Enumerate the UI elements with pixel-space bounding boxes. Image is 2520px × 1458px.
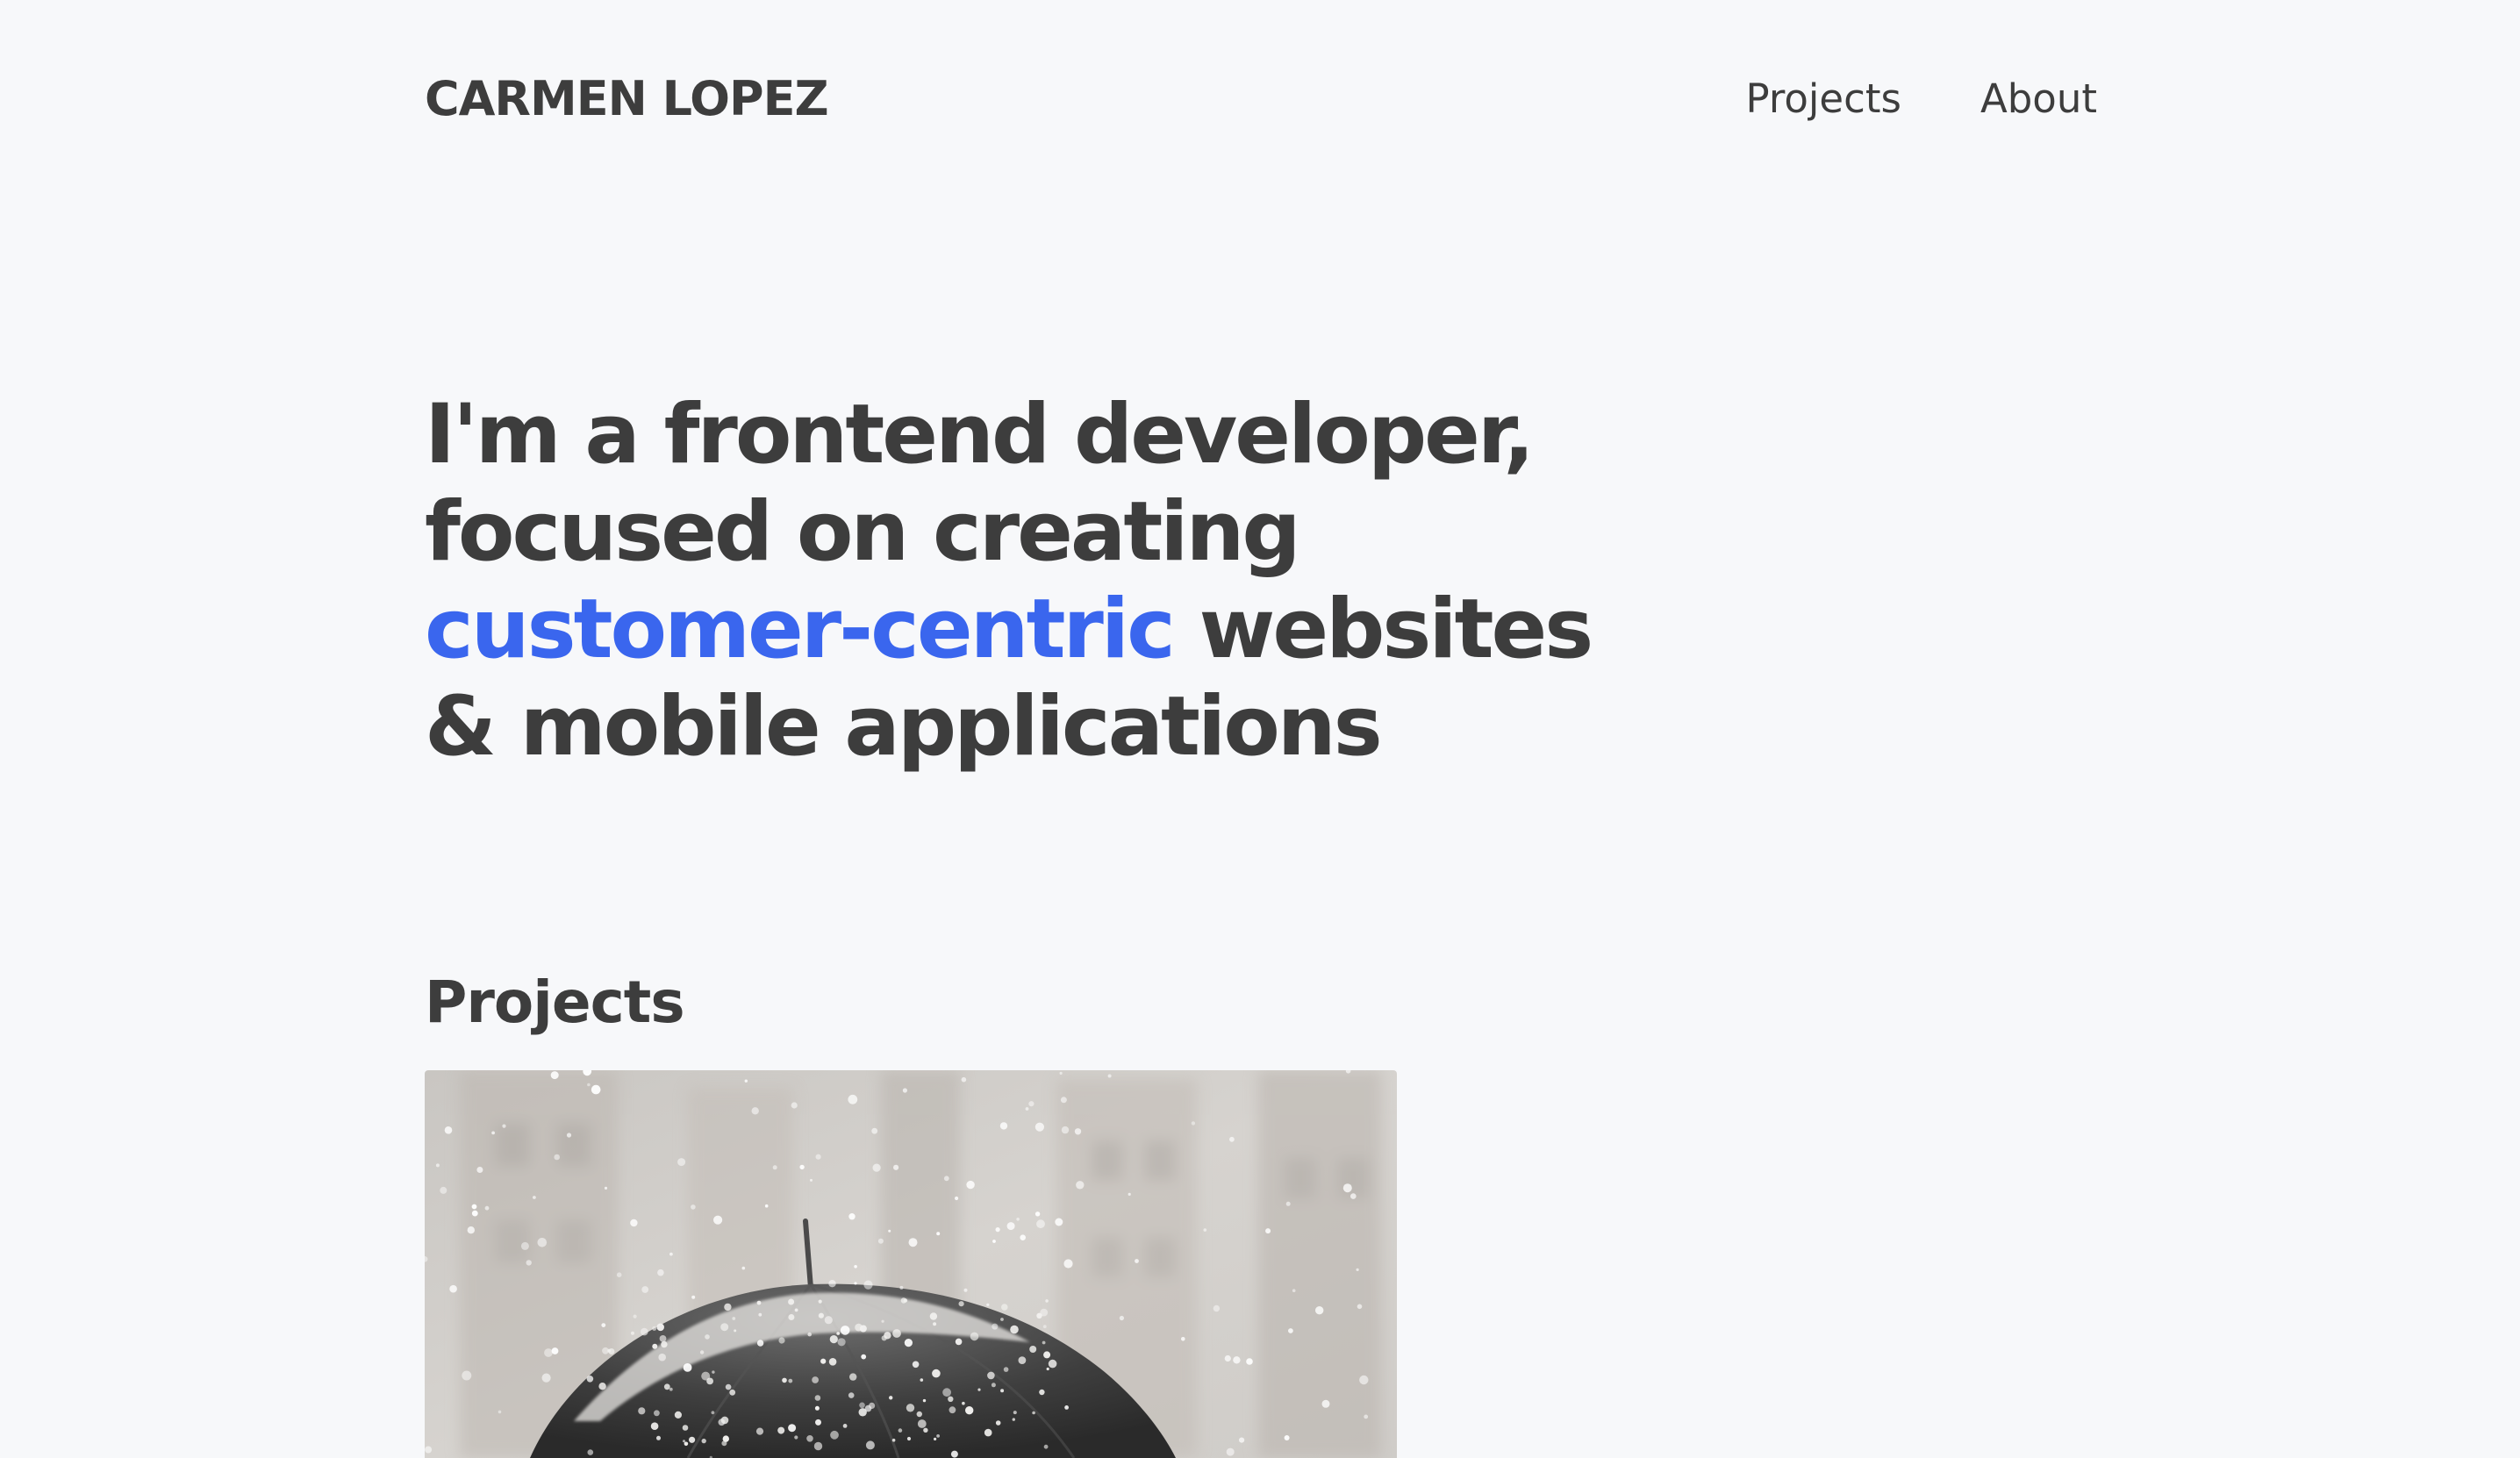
hero-line-4: & mobile applications xyxy=(425,679,1383,775)
site-logo[interactable]: CARMEN LOPEZ xyxy=(425,71,829,126)
nav-link-about[interactable]: About xyxy=(1980,75,2097,122)
nav-link-projects[interactable]: Projects xyxy=(1746,75,1901,122)
hero-line-3: customer-centric websites xyxy=(425,581,1741,678)
site-header: CARMEN LOPEZ Projects About xyxy=(425,61,2097,135)
hero-accent-text: customer-centric xyxy=(425,582,1176,677)
hero-line-1: I'm a frontend developer, xyxy=(425,387,1535,482)
page-container: CARMEN LOPEZ Projects About I'm a fronte… xyxy=(425,0,2097,1458)
main-nav: Projects About xyxy=(1746,75,2097,122)
hero-line-3-rest: websites xyxy=(1172,582,1594,677)
hero-line-2: focused on creating xyxy=(425,484,1301,580)
projects-section-title: Projects xyxy=(425,968,685,1036)
hero-headline: I'm a frontend developer, focused on cre… xyxy=(425,386,1741,775)
umbrella-snow-photo xyxy=(425,1070,1397,1458)
project-card-image[interactable] xyxy=(425,1070,1397,1458)
